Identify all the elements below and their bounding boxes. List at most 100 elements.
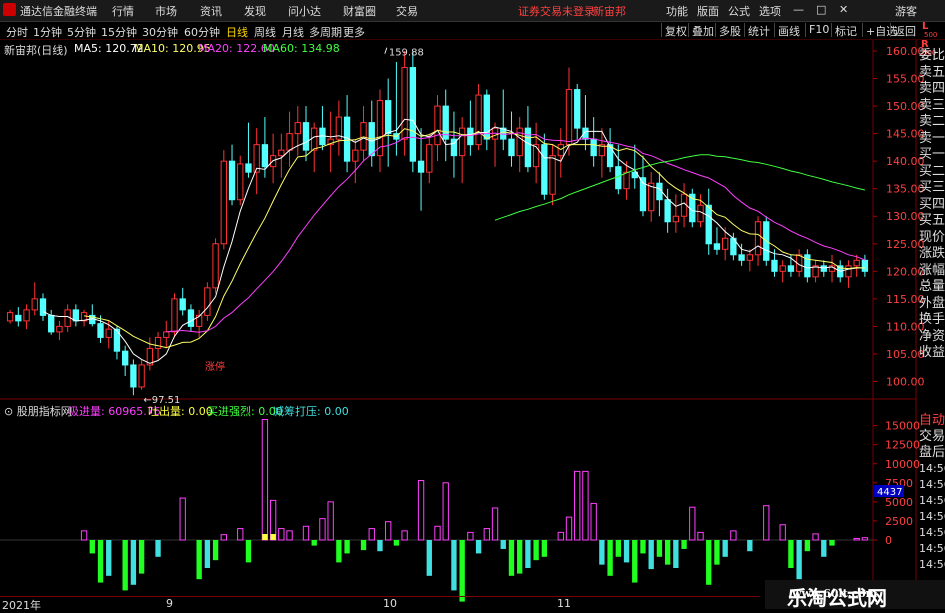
release-bar: [599, 540, 605, 565]
absorb-bar: [434, 525, 441, 541]
release-bar: [804, 540, 811, 552]
quote-field-1: 卖五: [919, 64, 945, 80]
candle-body: [15, 314, 22, 322]
ma60-value: MA60: 134.98: [263, 42, 340, 55]
candle-body: [302, 122, 310, 151]
absorb-bar: [401, 530, 408, 541]
absorb-bar: [319, 518, 326, 541]
release-bar: [97, 540, 104, 583]
trade-tab-1[interactable]: 交易: [919, 429, 945, 445]
quote-field-3: 卖三: [919, 97, 945, 113]
quote-field-9: 买四: [919, 196, 945, 212]
ind-absorb: 吸进量: 60965.76: [68, 403, 161, 419]
spit-bar: [270, 534, 276, 540]
candle-body: [360, 122, 367, 151]
high-marker: [384, 47, 388, 54]
release-bar: [459, 540, 465, 602]
candle-body: [352, 149, 359, 162]
date-axis: 2021年 9 10 11: [0, 596, 760, 612]
quote-field-17: 净资: [919, 328, 945, 344]
absorb-bar: [220, 534, 227, 541]
absorb-bar: [697, 531, 704, 541]
release-bar: [607, 540, 613, 576]
tick-time-8: 14:56: [919, 542, 945, 555]
absorb-bar: [779, 524, 786, 541]
ind-strong-buy-value: 买进强烈: 0.00: [207, 405, 283, 418]
candle-body: [187, 309, 195, 327]
release-bar: [722, 540, 728, 557]
release-bar: [517, 540, 523, 574]
candle-body: [516, 127, 523, 157]
release-bar: [747, 540, 753, 552]
candle-body: [212, 243, 219, 289]
ind-spit: 吐出量: 0.00: [148, 403, 213, 419]
release-bar: [714, 540, 720, 565]
ind-absorb-value: 吸进量: 60965.76: [68, 405, 161, 418]
candle-body: [664, 199, 671, 223]
release-bar: [706, 540, 712, 585]
candle-body: [861, 259, 869, 272]
candle-body: [97, 323, 104, 338]
candle-body: [754, 221, 762, 256]
tick-time-3: 14:56: [919, 462, 945, 475]
absorb-bar: [730, 530, 737, 541]
date-label-nov: 11: [557, 597, 571, 610]
release-bar: [245, 540, 252, 563]
high-label: 159.88: [389, 48, 424, 59]
quote-field-7: 买二: [919, 163, 945, 179]
absorb-bar: [861, 537, 869, 541]
release-bar: [821, 540, 827, 557]
candle-body: [409, 67, 417, 162]
release-bar: [648, 540, 654, 570]
tick-time-5: 14:56: [919, 494, 945, 507]
tick-time-9: 14:56: [919, 558, 945, 571]
quote-field-15: 外盘: [919, 295, 945, 311]
ind-spit-value: 吐出量: 0.00: [148, 405, 213, 418]
release-bar: [451, 540, 457, 591]
date-label-sep: 9: [166, 597, 173, 610]
candle-body: [779, 265, 786, 272]
candle-body: [590, 138, 597, 157]
candle-body: [64, 309, 71, 327]
trade-tab-0[interactable]: 自动: [919, 413, 945, 429]
candle-body: [434, 105, 441, 146]
absorb-bar: [417, 480, 425, 541]
release-bar: [344, 540, 350, 554]
release-bar: [196, 540, 202, 580]
candle-body: [385, 100, 392, 135]
release-bar: [796, 540, 802, 580]
kline-chart[interactable]: 160.00155.00150.00145.00140.00135.00130.…: [0, 0, 945, 609]
trade-tab-2[interactable]: 盘后: [919, 445, 945, 461]
indicator-title: ⊙ 股朋指标网: [4, 405, 72, 418]
absorb-bar: [179, 497, 186, 541]
quote-field-6: 买一: [919, 147, 945, 162]
release-bar: [122, 540, 128, 591]
quote-field-18: 收益: [919, 345, 945, 360]
main-chart-title: 新宙邦(日线): [4, 44, 68, 57]
absorb-bar: [689, 506, 696, 541]
quote-field-10: 买五: [919, 213, 945, 228]
candle-body: [458, 127, 466, 157]
candle-body: [179, 298, 186, 311]
candle-body: [549, 155, 556, 195]
release-bar: [829, 540, 835, 546]
candle-body: [48, 314, 55, 333]
candle-body: [623, 171, 630, 190]
release-bar: [508, 540, 515, 576]
candle-body: [713, 243, 721, 250]
release-bar: [541, 540, 548, 557]
volume-tick-label: 10000: [885, 458, 920, 471]
release-bar: [393, 540, 400, 546]
release-bar: [336, 540, 342, 563]
volume-tick-label: 12500: [885, 439, 920, 452]
absorb-bar: [237, 528, 244, 541]
quote-field-12: 涨跌: [919, 246, 945, 261]
release-bar: [360, 540, 367, 551]
candle-body: [524, 127, 532, 168]
absorb-bar: [302, 525, 310, 541]
absorb-bar: [491, 507, 499, 541]
candle-body: [721, 237, 729, 250]
release-bar: [204, 540, 211, 568]
candle-body: [294, 122, 301, 135]
candle-body: [672, 215, 680, 223]
